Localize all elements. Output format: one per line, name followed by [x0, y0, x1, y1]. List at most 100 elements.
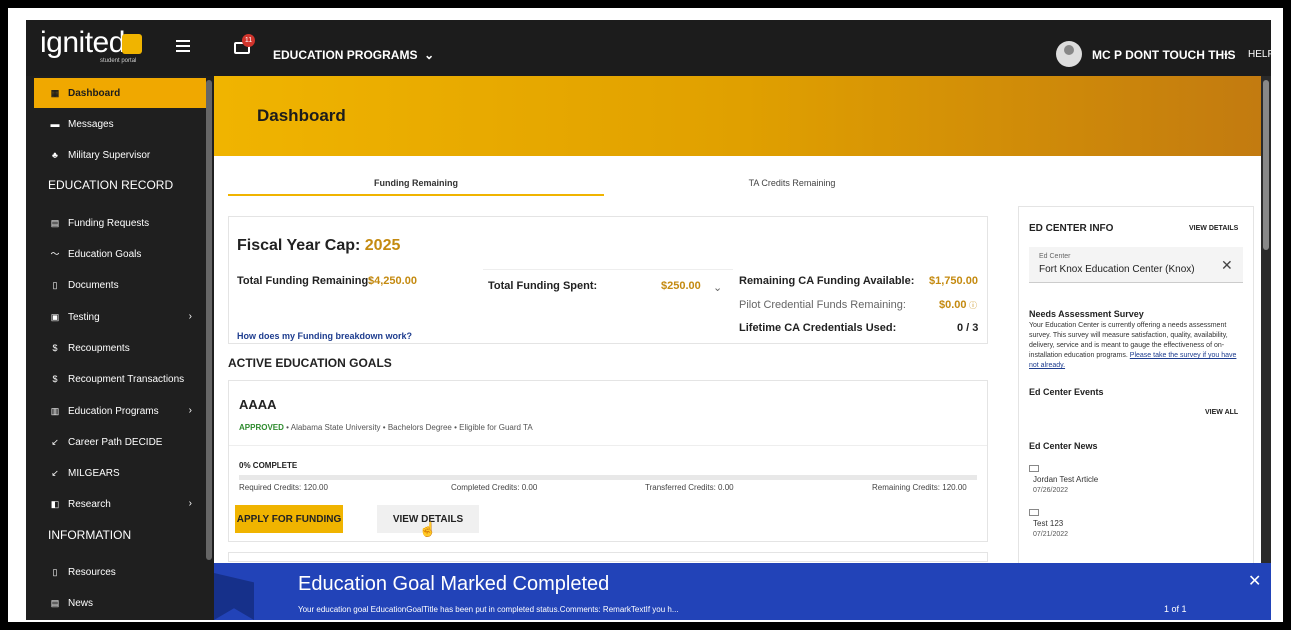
sidebar-item-label: Funding Requests [68, 218, 150, 229]
news-title: Ed Center News [1029, 441, 1098, 451]
sidebar-item-news[interactable]: ▤ News [34, 588, 206, 618]
funding-card: Fiscal Year Cap: 2025 Total Funding Rema… [228, 216, 988, 344]
sidebar-item-label: Testing [68, 312, 100, 323]
section-information: INFORMATION [48, 528, 132, 542]
close-icon[interactable]: ✕ [1221, 257, 1233, 274]
events-view-all-link[interactable]: VIEW ALL [1205, 409, 1238, 416]
news-icon [1029, 465, 1039, 472]
help-link[interactable]: HELP [1248, 49, 1271, 60]
sidebar-item-label: Messages [68, 119, 114, 130]
dollar-icon: $ [52, 374, 58, 384]
sidebar-item-testing[interactable]: ▣ Testing › [34, 302, 206, 332]
sidebar-item-label: Recoupments [68, 343, 130, 354]
survey-title: Needs Assessment Survey [1029, 309, 1144, 319]
active-goals-heading: ACTIVE EDUCATION GOALS [228, 356, 392, 370]
required-credits: Required Credits: 120.00 [239, 483, 328, 492]
events-title: Ed Center Events [1029, 387, 1104, 397]
sidebar-item-messages[interactable]: ▬ Messages [34, 109, 206, 139]
toast-title: Education Goal Marked Completed [298, 573, 610, 595]
programs-icon: ▥ [50, 406, 60, 416]
chevron-down-icon: ⌄ [420, 48, 435, 62]
fiscal-year-cap: Fiscal Year Cap: 2025 [237, 237, 400, 255]
goal-degree: Bachelors Degree [387, 423, 452, 432]
dashboard-icon: ▦ [50, 88, 60, 98]
goal-title: AAAA [239, 397, 277, 412]
sidebar-item-recoupment-transactions[interactable]: $ Recoupment Transactions [34, 364, 206, 394]
ed-center-field-label: Ed Center [1039, 253, 1071, 260]
scrollbar-thumb[interactable] [1263, 80, 1269, 250]
sidebar-item-education-programs[interactable]: ▥ Education Programs › [34, 396, 206, 426]
sidebar-item-label: Recoupment Transactions [68, 374, 185, 385]
document-icon: ▯ [52, 280, 58, 290]
news-item-title[interactable]: Test 123 [1033, 519, 1063, 528]
ed-center-view-details-link[interactable]: VIEW DETAILS [1189, 225, 1238, 232]
sidebar-item-milgears[interactable]: ↙ MILGEARS [34, 458, 206, 488]
page-title: Dashboard [257, 106, 346, 125]
sidebar-item-education-goals[interactable]: 〜 Education Goals [34, 239, 206, 269]
sidebar-item-label: Education Programs [68, 406, 159, 417]
programs-menu-label: EDUCATION PROGRAMS [273, 48, 418, 62]
survey-text: Your Education Center is currently offer… [1029, 321, 1247, 371]
ca-available-value: $1,750.00 [929, 275, 978, 287]
news-icon: ▤ [50, 598, 60, 608]
sidebar-scrollbar[interactable] [206, 80, 212, 560]
chevron-down-icon[interactable]: ⌄ [1222, 48, 1230, 59]
sidebar-item-career-path[interactable]: ↙ Career Path DECIDE [34, 427, 206, 457]
hand-cursor-icon: ☝ [419, 521, 437, 537]
progress-bar [239, 475, 977, 480]
fiscal-year-value: 2025 [364, 237, 401, 254]
goal-school: Alabama State University [290, 423, 381, 432]
funding-breakdown-link[interactable]: How does my Funding breakdown work? [237, 331, 412, 341]
sidebar-item-label: Documents [68, 280, 119, 291]
ed-center-field-value: Fort Knox Education Center (Knox) [1039, 264, 1195, 275]
section-education-record: EDUCATION RECORD [48, 178, 174, 192]
pilot-value: $0.00 [939, 299, 967, 311]
divider [229, 445, 987, 446]
hamburger-menu-icon[interactable] [176, 40, 190, 52]
chevron-right-icon: › [188, 405, 192, 416]
sidebar: ▦ Dashboard ▬ Messages ♣ Military Superviso… [26, 76, 214, 620]
bookmark-icon [214, 573, 254, 620]
chevron-down-icon[interactable]: ⌄ [713, 281, 722, 294]
news-icon [1029, 509, 1039, 516]
sidebar-item-documents[interactable]: ▯ Documents [34, 270, 206, 300]
logo-subtitle: student portal [100, 58, 137, 64]
page-scrollbar[interactable] [1261, 76, 1271, 620]
sidebar-item-label: Dashboard [68, 88, 121, 99]
news-item-title[interactable]: Jordan Test Article [1033, 475, 1098, 484]
news-item-date: 07/26/2022 [1033, 487, 1069, 494]
next-goal-card [228, 552, 988, 562]
sidebar-item-military-supervisor[interactable]: ♣ Military Supervisor [34, 140, 206, 170]
transferred-credits: Transferred Credits: 0.00 [645, 483, 734, 492]
lifetime-credentials-value: 0 / 3 [957, 322, 979, 334]
ed-center-select[interactable]: Ed Center Fort Knox Education Center (Kn… [1029, 247, 1243, 283]
education-goal-card: AAAA APPROVED • Alabama State University… [228, 380, 988, 542]
apply-for-funding-button[interactable]: APPLY FOR FUNDING [235, 505, 343, 533]
app-logo[interactable]: ignited [40, 26, 125, 60]
total-remaining-value: $4,250.00 [368, 275, 417, 287]
toast-pager: 1 of 1 [1164, 604, 1187, 614]
sidebar-item-label: Education Goals [68, 249, 142, 260]
tab-ta-credits-remaining[interactable]: TA Credits Remaining [604, 170, 980, 196]
info-icon[interactable]: ⓘ [969, 300, 977, 311]
tab-funding-remaining[interactable]: Funding Remaining [228, 170, 604, 196]
notification-toast[interactable]: Education Goal Marked Completed Your edu… [214, 563, 1271, 620]
sidebar-item-label: Career Path DECIDE [68, 437, 163, 448]
avatar[interactable] [1056, 41, 1082, 67]
fiscal-year-label: Fiscal Year Cap: [237, 237, 361, 254]
content-panel: Funding Remaining TA Credits Remaining F… [214, 156, 1261, 620]
sidebar-item-funding-requests[interactable]: ▤ Funding Requests [34, 208, 206, 238]
pilot-label: Pilot Credential Funds Remaining: [739, 299, 906, 311]
education-programs-menu[interactable]: EDUCATION PROGRAMS ⌄ [273, 48, 434, 62]
sidebar-item-resources[interactable]: ▯ Resources [34, 557, 206, 587]
total-remaining-label: Total Funding Remaining: [237, 275, 372, 287]
sidebar-item-label: Resources [68, 567, 116, 578]
sidebar-item-dashboard[interactable]: ▦ Dashboard [34, 78, 206, 108]
sidebar-item-recoupments[interactable]: $ Recoupments [34, 333, 206, 363]
sidebar-item-research[interactable]: ◧ Research › [34, 489, 206, 519]
dollar-icon: $ [52, 343, 58, 353]
close-icon[interactable]: ✕ [1248, 571, 1261, 591]
research-icon: ◧ [50, 499, 60, 509]
milgears-icon: ↙ [51, 468, 59, 478]
user-name[interactable]: MC P DONT TOUCH THIS [1092, 48, 1236, 62]
